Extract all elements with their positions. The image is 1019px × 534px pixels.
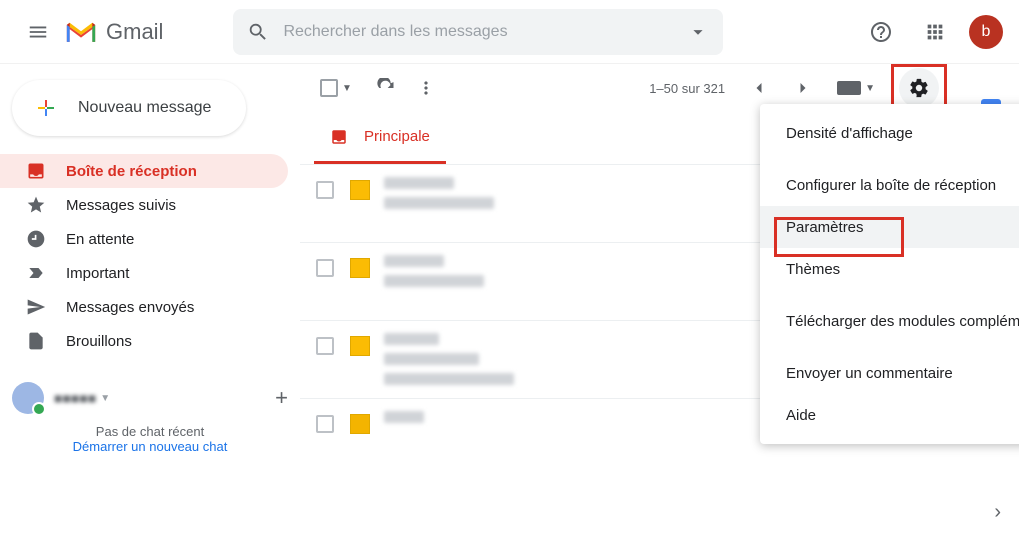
- thread-checkbox[interactable]: [316, 181, 334, 199]
- presence-avatar[interactable]: [12, 382, 44, 414]
- sidebar-label: Brouillons: [66, 333, 132, 350]
- inbox-icon: [26, 161, 46, 181]
- more-vert-icon: [416, 78, 436, 98]
- avatar-letter: b: [982, 23, 991, 41]
- label-icon: [350, 414, 370, 434]
- star-icon: [26, 195, 46, 215]
- input-tools-button[interactable]: [837, 81, 861, 95]
- pagination-range: 1–50 sur 321: [649, 81, 725, 96]
- menu-item-feedback[interactable]: Envoyer un commentaire: [760, 352, 1019, 394]
- sidebar: Nouveau message Boîte de réception Messa…: [0, 64, 300, 534]
- menu-item-density[interactable]: Densité d'affichage: [760, 112, 1019, 154]
- sidebar-item-drafts[interactable]: Brouillons: [0, 324, 288, 358]
- search-options-icon[interactable]: [687, 21, 709, 43]
- sidebar-label: Important: [66, 265, 129, 282]
- hangouts-panel: ■■■■■ ▼ + Pas de chat récent Démarrer un…: [0, 372, 300, 454]
- annotation-highlight: [774, 217, 904, 257]
- next-page-button[interactable]: [793, 78, 813, 98]
- apps-button[interactable]: [915, 12, 955, 52]
- menu-item-label: Densité d'affichage: [786, 125, 913, 142]
- apps-grid-icon: [924, 21, 946, 43]
- compose-button[interactable]: Nouveau message: [12, 80, 246, 136]
- main-menu-button[interactable]: [16, 10, 60, 54]
- input-tools-dropdown-icon[interactable]: ▼: [865, 83, 875, 94]
- thread-checkbox[interactable]: [316, 337, 334, 355]
- hamburger-icon: [27, 21, 49, 43]
- menu-item-label: Télécharger des modules complémentaires: [786, 313, 1019, 330]
- main-pane: ▼ 1–50 sur 321 ▼ Principale: [300, 64, 963, 534]
- sidebar-item-sent[interactable]: Messages envoyés: [0, 290, 288, 324]
- hangouts-username: ■■■■■: [54, 390, 96, 406]
- menu-item-label: Aide: [786, 407, 816, 424]
- tab-label: Principale: [364, 128, 430, 145]
- important-icon: [26, 263, 46, 283]
- gmail-logo[interactable]: Gmail: [64, 19, 163, 45]
- compose-label: Nouveau message: [78, 99, 211, 117]
- menu-item-help[interactable]: Aide: [760, 394, 1019, 436]
- tab-primary[interactable]: Principale: [314, 112, 446, 164]
- sidebar-item-starred[interactable]: Messages suivis: [0, 188, 288, 222]
- menu-item-addons[interactable]: Télécharger des modules complémentaires: [760, 300, 1019, 342]
- select-dropdown-icon[interactable]: ▼: [342, 83, 352, 94]
- sidebar-item-inbox[interactable]: Boîte de réception: [0, 154, 288, 188]
- settings-menu: Densité d'affichage Configurer la boîte …: [760, 104, 1019, 444]
- label-icon: [350, 258, 370, 278]
- file-icon: [26, 331, 46, 351]
- search-bar[interactable]: [233, 9, 723, 55]
- more-button[interactable]: [416, 78, 436, 98]
- settings-button[interactable]: [895, 68, 943, 108]
- chevron-down-icon[interactable]: ▼: [100, 393, 110, 404]
- chat-empty-text: Pas de chat récent: [12, 424, 288, 439]
- send-icon: [26, 297, 46, 317]
- thread-checkbox[interactable]: [316, 415, 334, 433]
- search-input[interactable]: [283, 23, 643, 41]
- select-all-checkbox[interactable]: [320, 79, 338, 97]
- account-avatar[interactable]: b: [969, 15, 1003, 49]
- start-chat-link[interactable]: Démarrer un nouveau chat: [12, 439, 288, 454]
- sidebar-label: Boîte de réception: [66, 163, 197, 180]
- sidebar-label: Messages suivis: [66, 197, 176, 214]
- plus-icon: [34, 96, 58, 120]
- new-chat-button[interactable]: +: [275, 385, 288, 411]
- gmail-m-icon: [64, 19, 98, 45]
- sidebar-label: En attente: [66, 231, 134, 248]
- menu-item-label: Thèmes: [786, 261, 840, 278]
- chevron-right-icon: [793, 78, 813, 98]
- thread-checkbox[interactable]: [316, 259, 334, 277]
- refresh-button[interactable]: [376, 78, 396, 98]
- menu-item-configure-inbox[interactable]: Configurer la boîte de réception: [760, 164, 1019, 206]
- label-icon: [350, 180, 370, 200]
- support-button[interactable]: [861, 12, 901, 52]
- help-icon: [869, 20, 893, 44]
- refresh-icon: [376, 78, 396, 98]
- menu-item-label: Configurer la boîte de réception: [786, 177, 996, 194]
- sidebar-item-snoozed[interactable]: En attente: [0, 222, 288, 256]
- clock-icon: [26, 229, 46, 249]
- sidebar-label: Messages envoyés: [66, 299, 194, 316]
- menu-item-label: Envoyer un commentaire: [786, 365, 953, 382]
- collapse-panel-button[interactable]: ›: [994, 501, 1001, 524]
- prev-page-button[interactable]: [749, 78, 769, 98]
- chevron-left-icon: [749, 78, 769, 98]
- brand-text: Gmail: [106, 19, 163, 45]
- search-icon: [247, 21, 269, 43]
- inbox-icon: [330, 128, 348, 146]
- sidebar-item-important[interactable]: Important: [0, 256, 288, 290]
- label-icon: [350, 336, 370, 356]
